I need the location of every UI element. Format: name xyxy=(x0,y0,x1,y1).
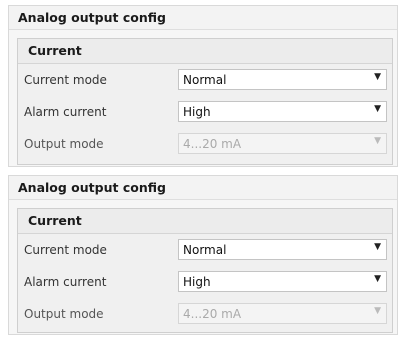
current-mode-value: Normal xyxy=(183,73,227,87)
chevron-down-icon: ▼ xyxy=(374,306,381,316)
chevron-down-icon: ▼ xyxy=(374,242,381,252)
current-mode-select[interactable]: Normal ▼ xyxy=(178,69,387,90)
output-mode-value: 4...20 mA xyxy=(183,137,242,151)
chevron-down-icon: ▼ xyxy=(374,104,381,114)
alarm-current-label: Alarm current xyxy=(24,275,107,289)
alarm-current-value: High xyxy=(183,105,211,119)
output-mode-label: Output mode xyxy=(24,307,104,321)
panel-title: Analog output config xyxy=(9,176,397,200)
analog-output-config-panel-1: Analog output config Current Current mod… xyxy=(8,5,398,167)
current-mode-row: Current mode Normal ▼ xyxy=(18,66,392,96)
group-title: Current xyxy=(18,209,392,234)
alarm-current-select[interactable]: High ▼ xyxy=(178,271,387,292)
current-mode-select[interactable]: Normal ▼ xyxy=(178,239,387,260)
alarm-current-select[interactable]: High ▼ xyxy=(178,101,387,122)
current-mode-label: Current mode xyxy=(24,243,107,257)
alarm-current-label: Alarm current xyxy=(24,105,107,119)
chevron-down-icon: ▼ xyxy=(374,136,381,146)
output-mode-row: Output mode 4...20 mA ▼ xyxy=(18,130,392,160)
alarm-current-row: Alarm current High ▼ xyxy=(18,268,392,298)
output-mode-row: Output mode 4...20 mA ▼ xyxy=(18,300,392,330)
group-title: Current xyxy=(18,39,392,64)
current-mode-label: Current mode xyxy=(24,73,107,87)
chevron-down-icon: ▼ xyxy=(374,72,381,82)
panel-title: Analog output config xyxy=(9,6,397,30)
chevron-down-icon: ▼ xyxy=(374,274,381,284)
current-mode-row: Current mode Normal ▼ xyxy=(18,236,392,266)
alarm-current-row: Alarm current High ▼ xyxy=(18,98,392,128)
output-mode-select: 4...20 mA ▼ xyxy=(178,303,387,324)
current-group: Current Current mode Normal ▼ Alarm curr… xyxy=(17,208,393,333)
output-mode-value: 4...20 mA xyxy=(183,307,242,321)
output-mode-select: 4...20 mA ▼ xyxy=(178,133,387,154)
analog-output-config-panel-2: Analog output config Current Current mod… xyxy=(8,175,398,335)
output-mode-label: Output mode xyxy=(24,137,104,151)
current-group: Current Current mode Normal ▼ Alarm curr… xyxy=(17,38,393,165)
current-mode-value: Normal xyxy=(183,243,227,257)
alarm-current-value: High xyxy=(183,275,211,289)
